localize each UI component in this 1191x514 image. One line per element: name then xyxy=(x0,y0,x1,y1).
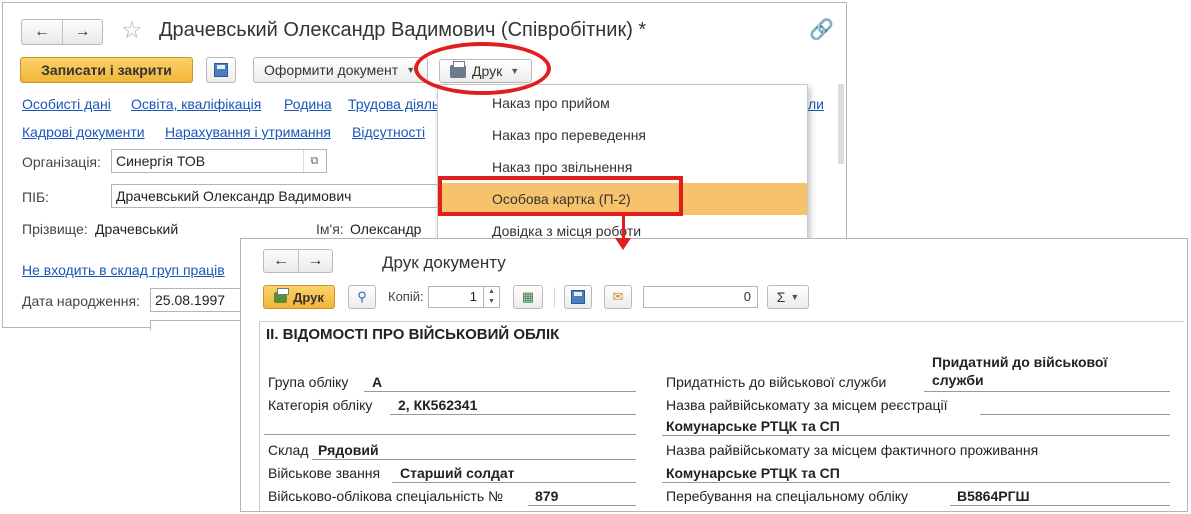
tab-hr-documents[interactable]: Кадрові документи xyxy=(22,124,145,140)
toolbar-separator xyxy=(554,287,555,307)
firstname-value: Олександр xyxy=(350,221,422,237)
print-doc-label: Друк xyxy=(293,289,324,305)
report-value: Комунарське РТЦК та СП xyxy=(666,418,840,434)
forward-arrow-icon[interactable]: → xyxy=(62,20,102,44)
report-label: Категорія обліку xyxy=(268,397,373,413)
full-name-label: ПІБ: xyxy=(22,189,50,205)
floppy-disk-icon xyxy=(571,290,585,304)
report-value: Рядовий xyxy=(318,442,379,458)
favorite-star-icon[interactable]: ☆ xyxy=(121,16,143,45)
underline xyxy=(528,505,636,506)
report-label: Військово-облікова спеціальність № xyxy=(268,488,504,504)
save-button[interactable] xyxy=(206,57,236,83)
print-document-window: ← → Друк документу Друк ⚲ Копій: 1 ▲ ▼ ▦ … xyxy=(240,238,1188,512)
tab-education[interactable]: Освіта, кваліфікація xyxy=(131,96,261,112)
report-label: Придатність до військової служби xyxy=(666,374,887,390)
report-value: В5864РГШ xyxy=(957,488,1030,504)
report-value: Комунарське РТЦК та СП xyxy=(666,465,840,481)
report-value: Придатний до військової xyxy=(932,354,1108,370)
copies-label: Копій: xyxy=(388,289,424,304)
magnifier-icon: ⚲ xyxy=(357,289,367,304)
report-label: Назва райвійськомату за місцем фактичног… xyxy=(666,442,1039,458)
next-field[interactable] xyxy=(150,320,250,330)
underline xyxy=(980,414,1170,415)
forward-arrow-icon[interactable]: → xyxy=(298,250,332,272)
birth-date-label: Дата народження: xyxy=(22,293,140,309)
underline xyxy=(392,482,636,483)
report-label: Назва райвійськомату за місцем реєстраці… xyxy=(666,397,948,413)
underline xyxy=(950,505,1170,506)
print-doc-button[interactable]: Друк xyxy=(263,285,335,309)
highlight-box xyxy=(438,176,683,216)
groups-link[interactable]: Не входить в склад груп праців xyxy=(22,262,225,278)
arrow-line xyxy=(622,216,625,240)
underline xyxy=(364,391,636,392)
nav-buttons: ← → xyxy=(263,249,333,273)
underline xyxy=(662,482,1170,483)
report-value: Старший солдат xyxy=(400,465,515,481)
organization-label: Організація: xyxy=(22,154,101,170)
underline xyxy=(662,435,1170,436)
back-arrow-icon[interactable]: ← xyxy=(264,250,298,272)
report-value: служби xyxy=(932,372,984,388)
create-document-button[interactable]: Оформити документ ▼ xyxy=(253,57,428,83)
tab-family[interactable]: Родина xyxy=(284,96,332,112)
printer-icon xyxy=(274,287,290,303)
edit-button[interactable]: ▦ xyxy=(513,285,543,309)
report-heading: ІІ. ВІДОМОСТІ ПРО ВІЙСЬКОВИЙ ОБЛІК xyxy=(266,326,560,343)
sum-mode-button[interactable]: Σ ▼ xyxy=(767,285,809,309)
underline xyxy=(264,434,636,435)
form-title: Драчевський Олександр Вадимович (Співроб… xyxy=(159,19,647,41)
tab-more[interactable]: ли xyxy=(808,96,824,112)
report-value: А xyxy=(372,374,383,390)
sum-value: 0 xyxy=(743,289,751,304)
copies-value: 1 xyxy=(469,289,477,304)
menu-item-transfer-order[interactable]: Наказ про переведення xyxy=(438,119,807,151)
report-value: 879 xyxy=(535,488,559,504)
back-arrow-icon[interactable]: ← xyxy=(22,20,62,44)
print-window-title: Друк документу xyxy=(382,253,506,272)
surname-label: Прізвище: xyxy=(22,221,88,237)
scrollbar[interactable] xyxy=(838,84,844,164)
floppy-disk-icon xyxy=(214,63,228,77)
open-icon[interactable]: ⧉ xyxy=(303,150,325,172)
tab-absences[interactable]: Відсутності xyxy=(352,124,425,140)
preview-button[interactable]: ⚲ xyxy=(348,285,376,309)
report-label: Військове звання xyxy=(268,465,381,481)
underline xyxy=(924,391,1170,392)
report-label: Перебування на спеціальному обліку xyxy=(666,488,909,504)
save-doc-button[interactable] xyxy=(564,285,592,309)
arrow-down-icon xyxy=(615,238,631,250)
full-name-field[interactable]: Драчевський Олександр Вадимович xyxy=(111,184,441,208)
send-email-button[interactable]: ✉ xyxy=(604,285,632,309)
birth-date-field[interactable]: 25.08.1997 xyxy=(150,288,250,312)
copies-field[interactable]: 1 xyxy=(428,286,484,308)
report-area: ІІ. ВІДОМОСТІ ПРО ВІЙСЬКОВИЙ ОБЛІК Група… xyxy=(259,321,1184,511)
highlight-ellipse xyxy=(414,42,551,95)
birth-date-value: 25.08.1997 xyxy=(155,292,226,308)
nav-buttons: ← → xyxy=(21,19,103,45)
report-label: Група обліку xyxy=(268,374,349,390)
report-label: Склад xyxy=(268,442,309,458)
save-and-close-button[interactable]: Записати і закрити xyxy=(20,57,193,83)
full-name-value: Драчевський Олександр Вадимович xyxy=(116,188,352,204)
link-icon[interactable]: 🔗 xyxy=(809,17,834,42)
sigma-icon: Σ xyxy=(776,289,786,305)
chevron-down-icon: ▼ xyxy=(790,292,800,302)
copies-spinner[interactable]: ▲ ▼ xyxy=(484,286,500,308)
organization-field[interactable]: Синергія ТОВ xyxy=(111,149,327,173)
edit-table-icon: ▦ xyxy=(521,289,535,304)
sum-field: 0 xyxy=(643,286,758,308)
underline xyxy=(312,459,636,460)
tab-accruals[interactable]: Нарахування і утримання xyxy=(165,124,331,140)
surname-value: Драчевський xyxy=(95,221,179,237)
tab-personal-data[interactable]: Особисті дані xyxy=(22,96,111,112)
envelope-icon: ✉ xyxy=(612,289,624,304)
organization-value: Синергія ТОВ xyxy=(116,153,206,169)
tab-labor-activity[interactable]: Трудова діяль xyxy=(348,96,439,112)
create-document-label: Оформити документ xyxy=(264,62,399,78)
report-value: 2, КК562341 xyxy=(398,397,478,413)
underline xyxy=(390,414,636,415)
firstname-label: Ім'я: xyxy=(316,221,344,237)
